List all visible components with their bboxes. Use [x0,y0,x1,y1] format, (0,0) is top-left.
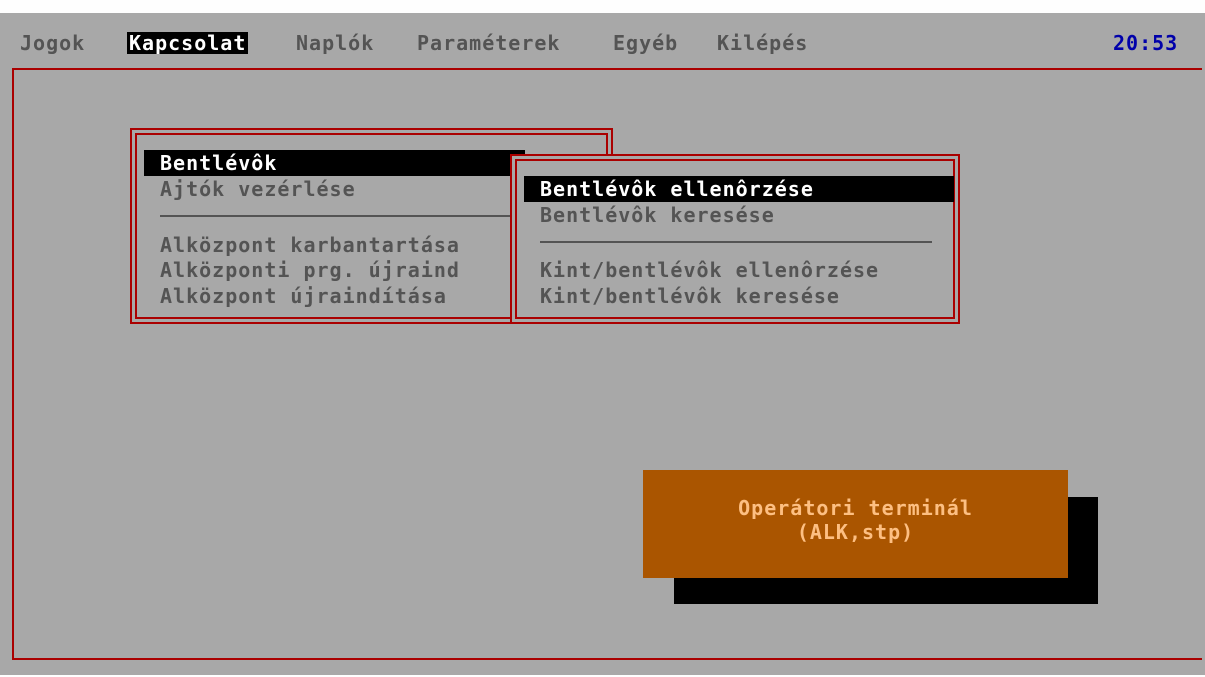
menu-naplok[interactable]: Naplók [296,32,374,54]
menu-jogok[interactable]: Jogok [20,32,85,54]
submenu-option-kint-bentlevok-keresese[interactable]: Kint/bentlévôk keresése [540,283,840,309]
menu-option-alkozpont-ujrainditasa[interactable]: Alközpont újraindítása [160,283,447,309]
terminal-title: Operátori terminál [738,496,973,520]
clock: 20:53 [1113,31,1179,55]
menu-option-alkozponti-prg-ujraind[interactable]: Alközponti prg. újraind [160,257,460,283]
submenu-option-bentlevok-ellenorzese[interactable]: Bentlévôk ellenôrzése [524,176,954,202]
menu-kapcsolat[interactable]: Kapcsolat [127,32,249,54]
menu-kilepes[interactable]: Kilépés [717,32,808,54]
menu-option-alkozpont-karbantartasa[interactable]: Alközpont karbantartása [160,232,460,258]
terminal-subtitle: (ALK,stp) [796,520,915,544]
menu-separator [160,215,520,217]
submenu-option-bentlevok-keresese[interactable]: Bentlévôk keresése [540,202,775,228]
menu-bar: Jogok Kapcsolat Naplók Paraméterek Egyéb… [0,0,1205,66]
menu-parameterek[interactable]: Paraméterek [417,32,560,54]
submenu-separator [540,241,932,243]
menu-egyeb[interactable]: Egyéb [613,32,678,54]
menu-option-bentlevok[interactable]: Bentlévôk [144,150,525,176]
terminal-info-box: Operátori terminál (ALK,stp) [643,470,1068,578]
submenu-option-kint-bentlevok-ellenorzese[interactable]: Kint/bentlévôk ellenôrzése [540,257,879,283]
menu-option-ajtok-vezerlese[interactable]: Ajtók vezérlése [160,176,356,202]
bentlevok-submenu: Bentlévôk ellenôrzése Bentlévôk keresése… [510,154,960,324]
